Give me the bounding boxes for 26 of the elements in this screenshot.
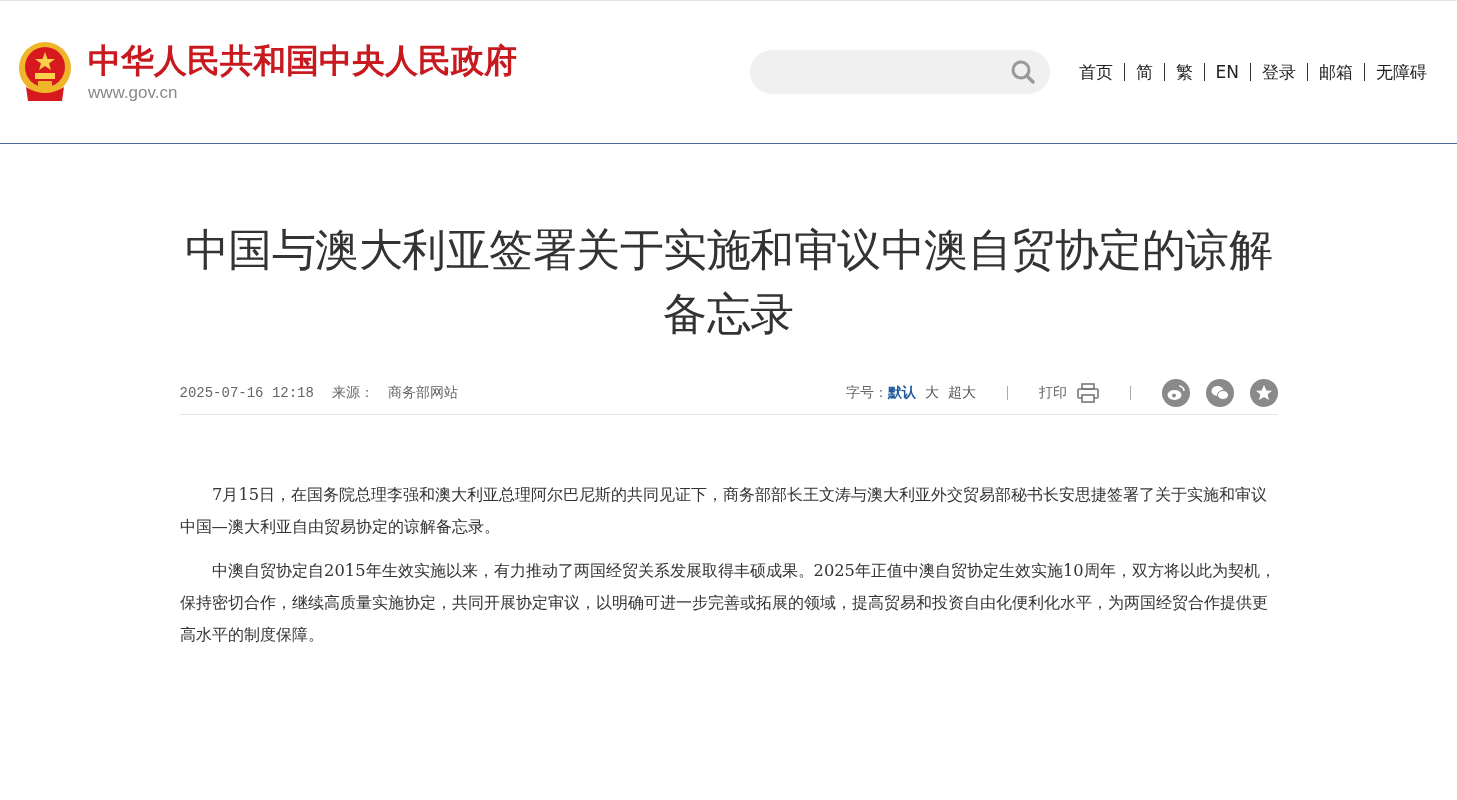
nav-link[interactable]: 首页 xyxy=(1067,63,1124,81)
article-paragraph: 中澳自贸协定自2015年生效实施以来，有力推动了两国经贸关系发展取得丰硕成果。2025年正值中澳自贸协定生效实施10周年，双方将以此为契机，保持密切合作，继续高质量实施协定，共同开展协定审议，以明确可进一步完善或拓展的领域，提高贸易和投资自由化便利化水平，为两国经贸合作提供更高水平的制度保障。 xyxy=(179,560,1277,646)
wechat-share-icon[interactable] xyxy=(1205,379,1234,407)
search-icon[interactable] xyxy=(1009,59,1036,85)
nav-link[interactable]: 登录 xyxy=(1250,63,1307,81)
site-title[interactable]: 中华人民共和国中央人民政府 xyxy=(88,41,517,81)
nav-link[interactable]: 无障碍 xyxy=(1364,63,1427,81)
font-size-option[interactable]: 超大 xyxy=(947,384,976,402)
font-size-option[interactable]: 大 xyxy=(924,384,939,402)
search-field[interactable] xyxy=(749,50,1050,94)
print-button[interactable]: 打印 xyxy=(1038,383,1099,403)
nav-link[interactable]: 邮箱 xyxy=(1307,63,1364,81)
article-paragraph: 7月15日，在国务院总理李强和澳大利亚总理阿尔巴尼斯的共同见证下，商务部部长王文涛与澳大利亚外交贸易部秘书长安思捷签署了关于实施和审议中国—澳大利亚自由贸易协定的谅解备忘录。 xyxy=(179,484,1269,538)
publish-date: 2025-07-16 12:18 xyxy=(179,385,314,401)
nav-link[interactable]: EN xyxy=(1203,63,1250,81)
nav-link[interactable]: 繁 xyxy=(1163,63,1204,81)
source-label: 来源： xyxy=(331,384,374,402)
article-title: 中国与澳大利亚签署关于实施和审议中澳自贸协定的谅解备忘录 xyxy=(183,224,1274,341)
emblem-icon xyxy=(16,41,74,103)
source-name: 商务部网站 xyxy=(387,384,458,402)
font-size-label: 字号： xyxy=(845,384,888,402)
nav-link[interactable]: 简 xyxy=(1123,63,1164,81)
site-url: www.gov.cn xyxy=(88,82,179,103)
weibo-share-icon[interactable] xyxy=(1161,379,1190,407)
printer-icon xyxy=(1076,383,1099,403)
font-size-option[interactable]: 默认 xyxy=(887,384,916,402)
